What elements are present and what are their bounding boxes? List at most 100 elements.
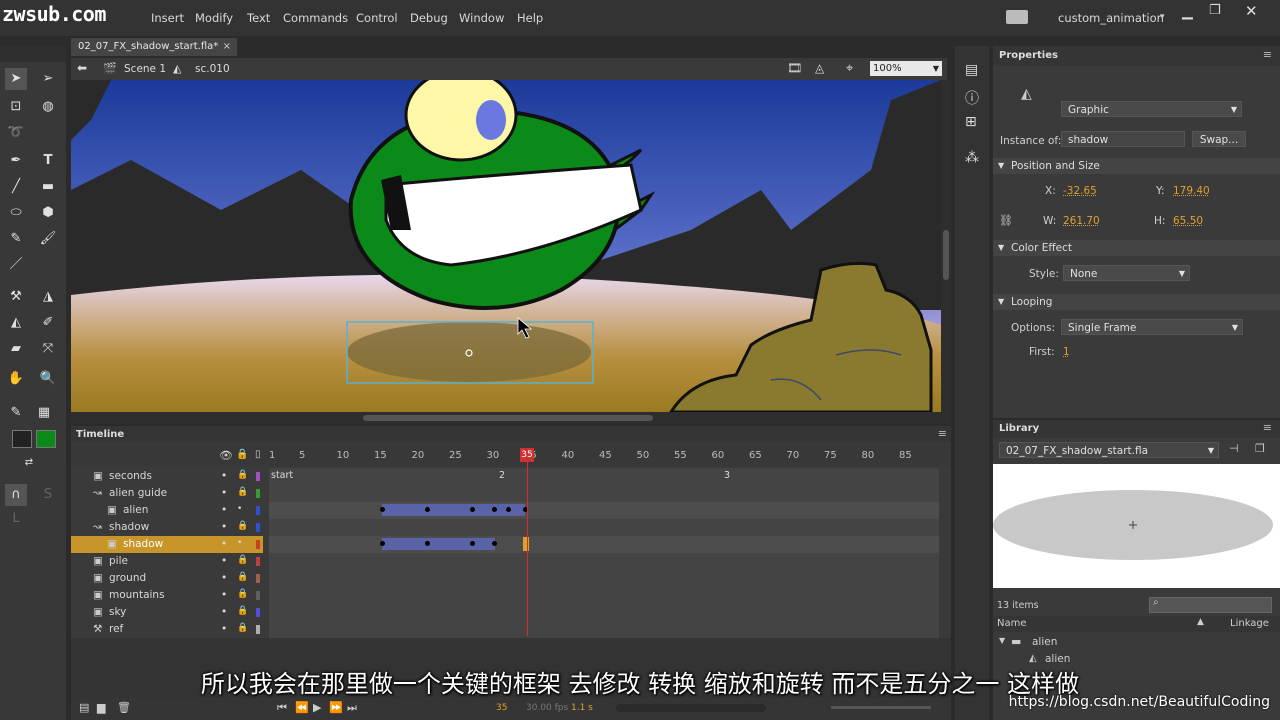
menu-modify[interactable]: Modify: [195, 11, 233, 25]
position-size-section[interactable]: ▼ Position and Size: [993, 158, 1280, 174]
eye-icon[interactable]: 👁: [219, 449, 233, 462]
menu-help[interactable]: Help: [517, 11, 543, 25]
components-icon[interactable]: ⁂: [965, 150, 979, 166]
zoom-field[interactable]: 100% ▼: [870, 61, 942, 76]
grid-icon[interactable]: ▦: [33, 402, 55, 424]
restore-icon[interactable]: ❐: [1209, 3, 1221, 18]
frame-number[interactable]: 55: [674, 450, 687, 461]
visibility-toggle[interactable]: •: [221, 589, 227, 601]
frame-label[interactable]: 2: [499, 470, 505, 481]
frame-number[interactable]: 65: [749, 450, 762, 461]
symbol-type-dropdown[interactable]: Graphic ▼: [1061, 101, 1242, 117]
play-icon[interactable]: ▶: [313, 701, 321, 714]
frame-number[interactable]: 10: [337, 450, 350, 461]
lock-toggle[interactable]: 🔒: [237, 589, 248, 599]
fill-icon[interactable]: [12, 430, 32, 448]
layer-color-swatch[interactable]: [256, 489, 260, 498]
frame-number[interactable]: 15: [374, 450, 387, 461]
visibility-toggle[interactable]: •: [221, 487, 227, 499]
pencil-tool-icon[interactable]: ✎: [5, 228, 27, 250]
keyframe[interactable]: [470, 541, 475, 546]
layer-color-swatch[interactable]: [256, 540, 260, 549]
layer-row[interactable]: ▣ mountains • 🔒: [71, 587, 263, 605]
layer-row[interactable]: ↝ alien guide • 🔒: [71, 485, 263, 503]
vertical-scroll-thumb[interactable]: [943, 230, 949, 280]
transform-icon[interactable]: ⊞: [965, 114, 977, 130]
keyframe[interactable]: [506, 507, 511, 512]
style-dropdown[interactable]: None ▼: [1063, 265, 1190, 281]
stage-vertical-scrollbar[interactable]: [941, 80, 951, 412]
document-tab[interactable]: 02_07_FX_shadow_start.fla* ×: [71, 38, 237, 56]
layer-color-swatch[interactable]: [256, 523, 260, 532]
frame-number[interactable]: 85: [899, 450, 912, 461]
frame-row[interactable]: [269, 553, 939, 571]
lock-toggle[interactable]: 🔒: [237, 572, 248, 582]
frame-rate[interactable]: 30.00 fps: [526, 703, 568, 713]
polystar-tool-icon[interactable]: ⬢: [37, 202, 59, 224]
free-transform-tool-icon[interactable]: ⊡: [5, 96, 27, 118]
pen-tool-icon[interactable]: ✒: [5, 150, 27, 172]
horizontal-scroll-thumb[interactable]: [363, 415, 653, 421]
frame-number[interactable]: 80: [862, 450, 875, 461]
stage[interactable]: [71, 80, 941, 412]
layer-color-swatch[interactable]: [256, 608, 260, 617]
layer-row[interactable]: ▣ sky • 🔒: [71, 604, 263, 622]
menu-insert[interactable]: Insert: [151, 11, 184, 25]
first-frame-value[interactable]: 1: [1063, 346, 1070, 358]
3d-rotation-tool-icon[interactable]: ◍: [37, 96, 59, 118]
keyframe[interactable]: [492, 541, 497, 546]
visibility-toggle[interactable]: •: [221, 572, 227, 584]
scene-name[interactable]: Scene 1: [124, 63, 166, 75]
keyframe[interactable]: [425, 507, 430, 512]
layer-color-swatch[interactable]: [256, 591, 260, 600]
layer-color-swatch[interactable]: [256, 472, 260, 481]
frame-row[interactable]: [269, 570, 939, 588]
panel-menu-icon[interactable]: ≡: [1263, 421, 1272, 434]
keyframe[interactable]: [470, 507, 475, 512]
next-frame-icon[interactable]: ⏩: [329, 701, 343, 714]
looping-options-dropdown[interactable]: Single Frame ▼: [1061, 319, 1243, 335]
swap-button[interactable]: Swap...: [1192, 131, 1246, 147]
timeline-scrollbar[interactable]: [616, 704, 766, 712]
w-value[interactable]: 261.70: [1063, 215, 1100, 227]
smooth-icon[interactable]: S: [37, 484, 59, 506]
frame-row[interactable]: [269, 519, 939, 537]
rectangle-tool-icon[interactable]: ▬: [37, 176, 59, 198]
subselection-tool-icon[interactable]: ➢: [37, 68, 59, 90]
back-arrow-icon[interactable]: ⬅: [77, 61, 87, 75]
link-icon[interactable]: ⛓: [999, 214, 1013, 227]
keyframe[interactable]: [492, 507, 497, 512]
name-column-header[interactable]: Name: [997, 618, 1027, 629]
frame-row[interactable]: [269, 587, 939, 605]
visibility-toggle[interactable]: •: [221, 555, 227, 567]
keyframe[interactable]: [425, 541, 430, 546]
layer-row[interactable]: ▣ shadow • •: [71, 536, 263, 554]
layer-color-swatch[interactable]: [256, 574, 260, 583]
looping-section[interactable]: ▼ Looping: [993, 294, 1280, 310]
current-keyframe[interactable]: [523, 537, 529, 551]
symbol-name[interactable]: sc.010: [195, 63, 230, 75]
center-stage-icon[interactable]: ⌖: [846, 61, 853, 76]
visibility-toggle[interactable]: •: [221, 521, 227, 533]
panel-menu-icon[interactable]: ≡: [1263, 48, 1272, 61]
motion-tween-span[interactable]: [382, 538, 495, 550]
menu-commands[interactable]: Commands: [283, 11, 348, 25]
workspace-selector[interactable]: custom_animation: [1058, 11, 1164, 25]
frame-number[interactable]: 1: [269, 450, 275, 461]
linkage-column-header[interactable]: Linkage: [1230, 618, 1269, 629]
outline-icon[interactable]: ▯: [255, 449, 261, 460]
menu-window[interactable]: Window: [459, 11, 504, 25]
selection-tool-icon[interactable]: ➤: [5, 68, 27, 90]
minimize-icon[interactable]: ▁: [1182, 4, 1193, 20]
frame-row[interactable]: [269, 468, 939, 486]
layer-name[interactable]: alien: [123, 504, 148, 516]
straighten-icon[interactable]: ᒪ: [5, 508, 27, 530]
info-icon[interactable]: ⓘ: [965, 88, 979, 108]
new-folder-icon[interactable]: ▆: [97, 701, 105, 714]
frame-number[interactable]: 5: [299, 450, 305, 461]
frame-number[interactable]: 30: [487, 450, 500, 461]
layer-name[interactable]: ref: [109, 623, 123, 635]
frame-number[interactable]: 40: [562, 450, 575, 461]
edit-symbols-icon[interactable]: ◬: [815, 61, 824, 75]
y-value[interactable]: 179.40: [1173, 185, 1210, 197]
